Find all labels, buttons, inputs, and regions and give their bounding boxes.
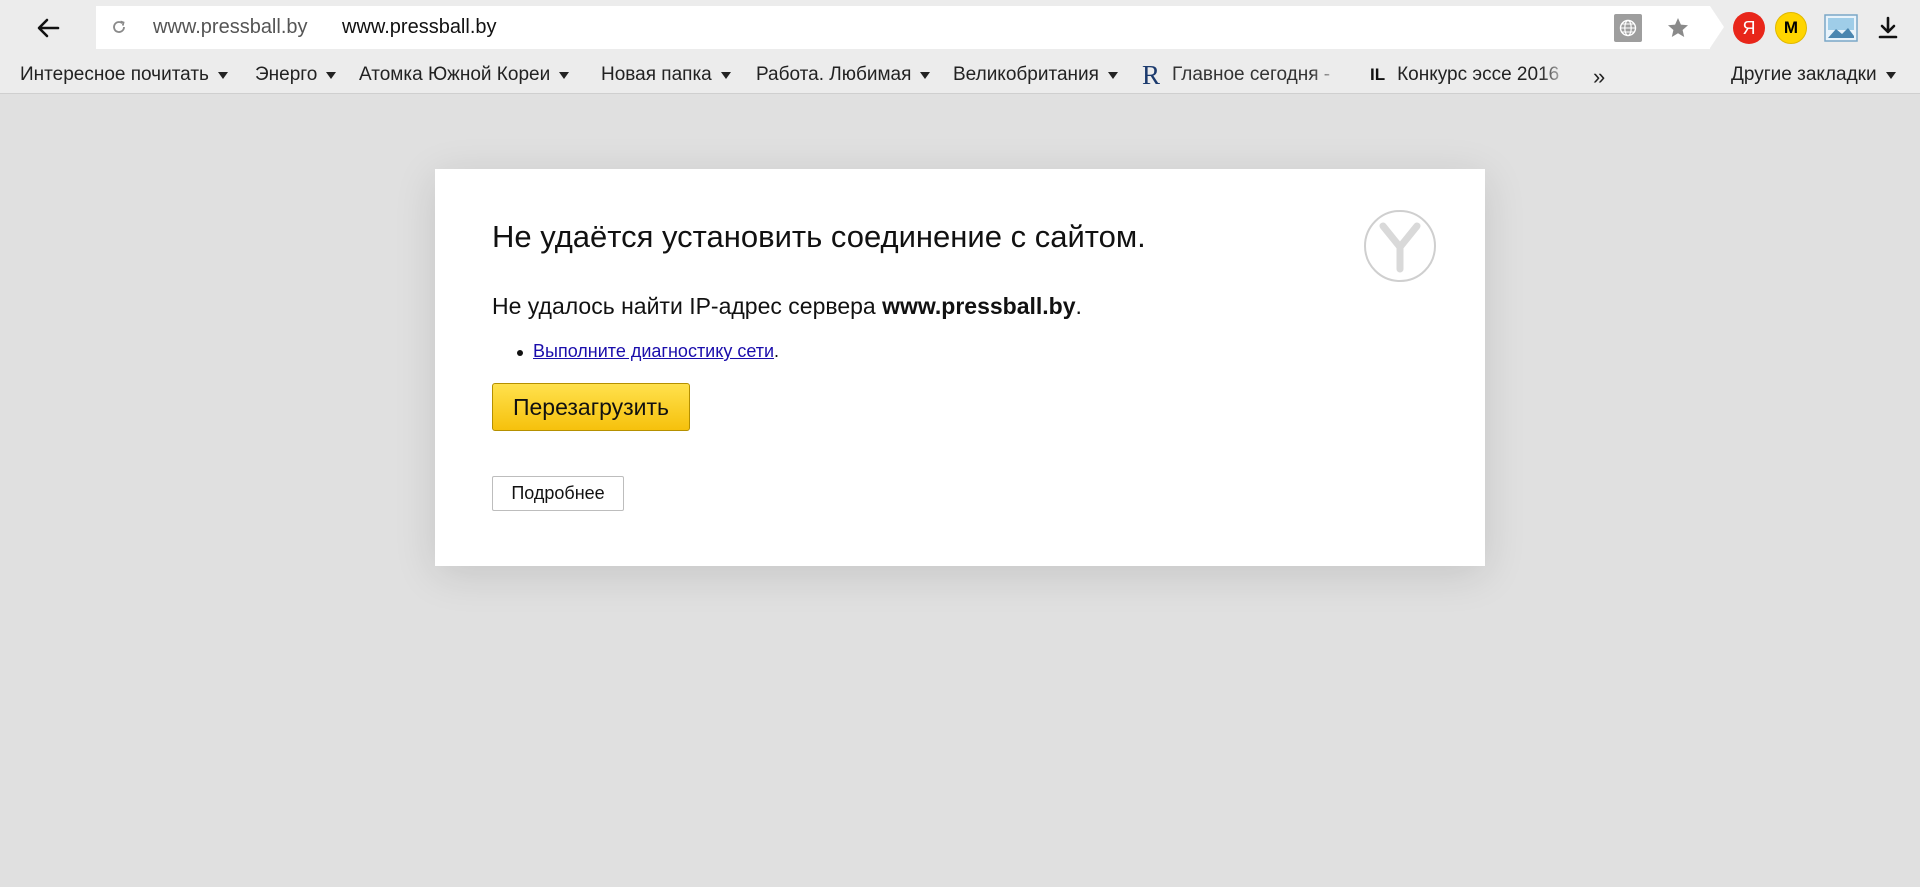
download-icon[interactable] (1873, 12, 1903, 44)
bookmarks-bar: Интересное почитать Энерго Атомка Южной … (0, 56, 1920, 94)
bookmark-folder-britain[interactable]: Великобритания (953, 64, 1118, 86)
error-message: Не удалось найти IP-адрес сервера www.pr… (492, 293, 1082, 320)
address-bar[interactable]: www.pressball.by www.pressball.by (96, 6, 1724, 49)
other-bookmarks-folder[interactable]: Другие закладки (1731, 64, 1896, 86)
il-favicon-icon: IL (1370, 65, 1386, 84)
network-diagnostics-link[interactable]: Выполните диагностику сети (533, 341, 774, 361)
details-button[interactable]: Подробнее (492, 476, 624, 511)
bookmark-folder-work[interactable]: Работа. Любимая (756, 64, 931, 86)
mail-extension-label: M (1783, 18, 1799, 37)
bookmark-label: Конкурс эссе 2016 (1397, 64, 1560, 85)
mail-extension-icon[interactable]: M (1775, 12, 1807, 44)
yandex-browser-logo-icon (1364, 210, 1436, 282)
url-text[interactable]: www.pressball.by (342, 16, 497, 39)
error-host: www.pressball.by (882, 293, 1076, 319)
bookmark-folder-korea[interactable]: Атомка Южной Кореи (359, 64, 570, 86)
diagnostic-list-item: Выполните диагностику сети. (516, 341, 780, 362)
translate-icon[interactable] (1614, 14, 1642, 42)
bookmark-label: Работа. Любимая (756, 64, 912, 85)
reload-button[interactable]: Перезагрузить (492, 383, 690, 431)
yandex-extension-label: Я (1742, 17, 1756, 38)
caret-down-icon (559, 71, 570, 79)
error-card: Не удаётся установить соединение с сайто… (435, 169, 1485, 566)
bookmark-label: Новая папка (601, 64, 712, 85)
bookmark-label: Атомка Южной Кореи (359, 64, 551, 85)
bookmark-label: Интересное почитать (20, 64, 209, 85)
caret-down-icon (217, 71, 228, 79)
caret-down-icon (1107, 71, 1118, 79)
diagnostic-suffix: . (774, 341, 780, 361)
back-arrow-icon (37, 18, 60, 38)
bookmark-folder-energo[interactable]: Энерго (255, 64, 337, 86)
url-host: www.pressball.by (153, 16, 308, 38)
caret-down-icon (720, 71, 731, 79)
overflow-glyph: » (1593, 64, 1606, 89)
globe-icon (1619, 19, 1637, 37)
yandex-extension-icon[interactable]: Я (1733, 12, 1765, 44)
bookmark-folder-new[interactable]: Новая папка (601, 64, 731, 86)
back-button[interactable] (30, 10, 66, 46)
caret-down-icon (920, 71, 931, 79)
reload-icon[interactable] (110, 18, 128, 36)
bookmark-folder-interesting[interactable]: Интересное почитать (20, 64, 228, 86)
star-icon[interactable] (1664, 14, 1692, 42)
caret-down-icon (326, 71, 337, 79)
error-message-text: Не удалось найти IP-адрес сервера (492, 293, 883, 319)
error-title: Не удаётся установить соединение с сайто… (492, 219, 1146, 254)
other-bookmarks-label: Другие закладки (1731, 64, 1877, 85)
caret-down-icon (1885, 71, 1896, 79)
bookmark-label: Главное сегодня - (1172, 64, 1331, 85)
bookmarks-overflow-chevron-icon[interactable]: » (1593, 64, 1605, 90)
image-extension-icon[interactable] (1824, 14, 1858, 42)
bookmark-glavnoe[interactable]: R Главное сегодня - (1142, 64, 1342, 86)
browser-toolbar: www.pressball.by www.pressball.by Я M (0, 0, 1920, 56)
r-favicon-icon: R (1142, 64, 1161, 86)
error-message-suffix: . (1075, 293, 1082, 319)
bookmark-essay-contest[interactable]: IL Конкурс эссе 2016 (1370, 64, 1570, 86)
bookmark-label: Энерго (255, 64, 318, 85)
bookmark-label: Великобритания (953, 64, 1099, 85)
